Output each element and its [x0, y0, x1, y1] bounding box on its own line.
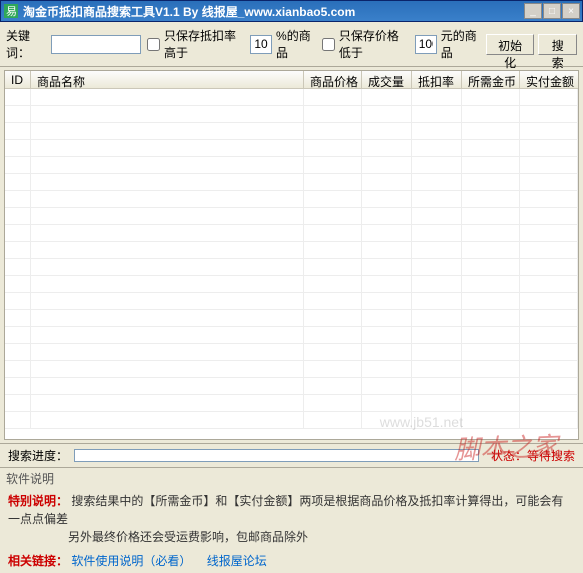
col-vol[interactable]: 成交量 — [362, 71, 412, 88]
toolbar: 关键词： 只保存抵扣率高于 %的商品 只保存价格低于 元的商品 初始化 搜索 — [0, 22, 583, 67]
table-row — [5, 106, 578, 123]
note-text-2: 另外最终价格还会受运费影响，包邮商品除外 — [68, 530, 308, 544]
filter-price-checkbox[interactable] — [322, 38, 335, 51]
note-label: 特别说明： — [8, 494, 68, 508]
links-label: 相关链接： — [8, 554, 68, 568]
rate-suffix: %的商品 — [276, 27, 316, 61]
col-price[interactable]: 商品价格 — [304, 71, 362, 88]
progress-label: 搜索进度： — [8, 447, 68, 464]
table-row — [5, 310, 578, 327]
link-forum[interactable]: 线报屋论坛 — [207, 554, 267, 568]
table-row — [5, 140, 578, 157]
maximize-button[interactable]: □ — [543, 3, 561, 19]
keyword-input[interactable] — [51, 35, 141, 54]
minimize-button[interactable]: _ — [524, 3, 542, 19]
table-row — [5, 344, 578, 361]
links-row: 相关链接： 软件使用说明（必看） 线报屋论坛 — [0, 549, 583, 573]
col-coin[interactable]: 所需金币 — [462, 71, 520, 88]
price-suffix: 元的商品 — [441, 27, 482, 61]
progress-bar — [74, 449, 479, 462]
table-row — [5, 123, 578, 140]
price-input[interactable] — [415, 35, 437, 54]
table-header: ID 商品名称 商品价格 成交量 抵扣率 所需金币 实付金额 — [5, 71, 578, 89]
table-row — [5, 174, 578, 191]
window-title: 淘金币抵扣商品搜索工具V1.1 By 线报屋_www.xianbao5.com — [23, 3, 524, 20]
filter-rate-label: 只保存抵扣率高于 — [164, 27, 246, 61]
desc-header: 软件说明 — [0, 467, 583, 489]
search-button[interactable]: 搜索 — [538, 34, 577, 55]
description: 特别说明： 搜索结果中的【所需金币】和【实付金额】两项是根据商品价格及抵扣率计算… — [0, 489, 583, 549]
table-row — [5, 412, 578, 429]
table-row — [5, 191, 578, 208]
col-rate[interactable]: 抵扣率 — [412, 71, 462, 88]
col-pay[interactable]: 实付金额 — [520, 71, 578, 88]
table-row — [5, 361, 578, 378]
app-icon: 易 — [3, 3, 19, 19]
table-row — [5, 327, 578, 344]
filter-rate-checkbox[interactable] — [147, 38, 160, 51]
table-row — [5, 242, 578, 259]
table-row — [5, 89, 578, 106]
table-body — [5, 89, 578, 439]
note-text-1: 搜索结果中的【所需金币】和【实付金额】两项是根据商品价格及抵扣率计算得出，可能会… — [8, 494, 563, 526]
table-row — [5, 276, 578, 293]
table-row — [5, 157, 578, 174]
init-button[interactable]: 初始化 — [486, 34, 535, 55]
rate-input[interactable] — [250, 35, 272, 54]
col-name[interactable]: 商品名称 — [31, 71, 304, 88]
progress-bar-row: 搜索进度： 状态：等待搜索 — [0, 443, 583, 467]
close-button[interactable]: × — [562, 3, 580, 19]
titlebar: 易 淘金币抵扣商品搜索工具V1.1 By 线报屋_www.xianbao5.co… — [0, 0, 583, 22]
results-table: ID 商品名称 商品价格 成交量 抵扣率 所需金币 实付金额 — [4, 70, 579, 440]
table-row — [5, 259, 578, 276]
table-row — [5, 208, 578, 225]
table-row — [5, 378, 578, 395]
link-usage[interactable]: 软件使用说明（必看） — [71, 554, 191, 568]
col-id[interactable]: ID — [5, 71, 31, 88]
table-row — [5, 293, 578, 310]
keyword-label: 关键词： — [6, 27, 47, 61]
table-row — [5, 225, 578, 242]
svg-text:易: 易 — [6, 5, 17, 18]
table-row — [5, 395, 578, 412]
status-text: 状态：等待搜索 — [491, 447, 575, 464]
filter-price-label: 只保存价格低于 — [339, 27, 411, 61]
